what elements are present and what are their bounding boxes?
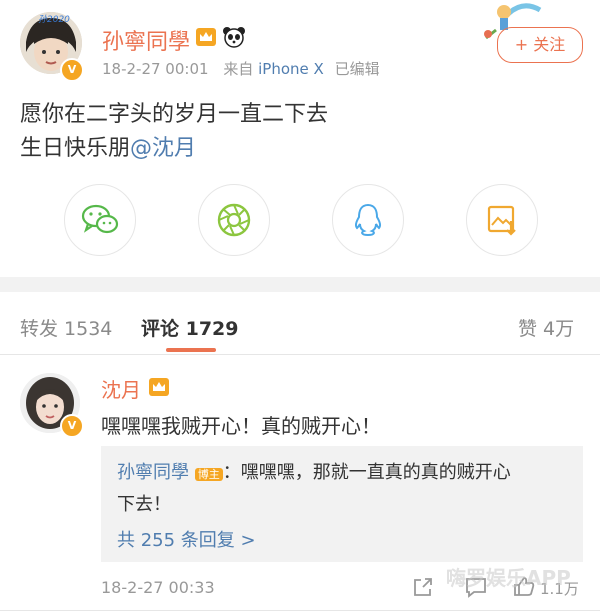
wechat-icon	[81, 204, 119, 234]
crown-badge-icon	[194, 26, 218, 52]
post-text-line2-prefix: 生日快乐朋	[20, 136, 131, 161]
post-edited-label: 已编辑	[334, 60, 380, 78]
tab-comment[interactable]: 评论 1729	[141, 314, 239, 341]
share-wechat-button[interactable]	[64, 184, 136, 256]
reply-text-line1: ：嘿嘿嘿，那就一直真的真的贼开心	[222, 462, 511, 483]
reply-author[interactable]: 孙寧同學	[117, 462, 189, 483]
section-divider	[0, 277, 600, 292]
tab-active-indicator	[166, 348, 216, 352]
share-qq-button[interactable]	[332, 184, 404, 256]
post-source-device[interactable]: iPhone X	[258, 60, 324, 78]
bottom-divider	[0, 610, 600, 611]
panda-icon	[222, 25, 246, 53]
comment-verified-badge-icon: V	[60, 414, 84, 438]
verified-badge-icon: V	[60, 58, 84, 82]
more-replies-link[interactable]: 共 255 条回复 >	[117, 526, 256, 552]
avatar-caption: 孙2020	[38, 15, 70, 25]
comment-timestamp: 18-2-27 00:33	[101, 578, 215, 597]
tab-like[interactable]: 赞 4万	[518, 314, 574, 341]
comment-text: 嘿嘿嘿我贼开心！真的贼开心！	[101, 414, 381, 438]
save-image-button[interactable]	[466, 184, 538, 256]
author-badge: 博主	[194, 468, 223, 481]
tab-repost[interactable]: 转发 1534	[20, 314, 112, 341]
watermark-text: 嗨罗娱乐APP	[446, 566, 571, 590]
reply-line1: 孙寧同學 博主 ：嘿嘿嘿，那就一直真的真的贼开心	[117, 458, 511, 484]
post-timestamp: 18-2-27 00:01	[102, 60, 209, 78]
follow-button[interactable]: + 关注	[497, 27, 583, 63]
comment-share-icon[interactable]	[412, 576, 434, 602]
reply-text-line2: 下去！	[117, 494, 171, 515]
qq-icon	[354, 203, 382, 237]
post-text-line2: 生日快乐朋@沈月	[20, 130, 196, 162]
mention-link[interactable]: @沈月	[130, 136, 196, 161]
post-meta: 18-2-27 00:01 来自 iPhone X 已编辑	[102, 58, 380, 79]
post-source-prefix: 来自	[223, 60, 254, 78]
tabs-divider	[0, 354, 600, 355]
moments-icon	[217, 203, 251, 237]
save-image-icon	[487, 205, 516, 236]
post-text-line1: 愿你在二字头的岁月一直二下去	[20, 102, 329, 127]
comment-crown-badge-icon	[148, 377, 170, 401]
reply-box[interactable]: 孙寧同學 博主 ：嘿嘿嘿，那就一直真的真的贼开心 下去！ 共 255 条回复 >	[101, 446, 583, 562]
post-author-name[interactable]: 孙寧同學	[102, 24, 190, 56]
share-moments-button[interactable]	[198, 184, 270, 256]
comment-author-name[interactable]: 沈月	[101, 374, 141, 403]
